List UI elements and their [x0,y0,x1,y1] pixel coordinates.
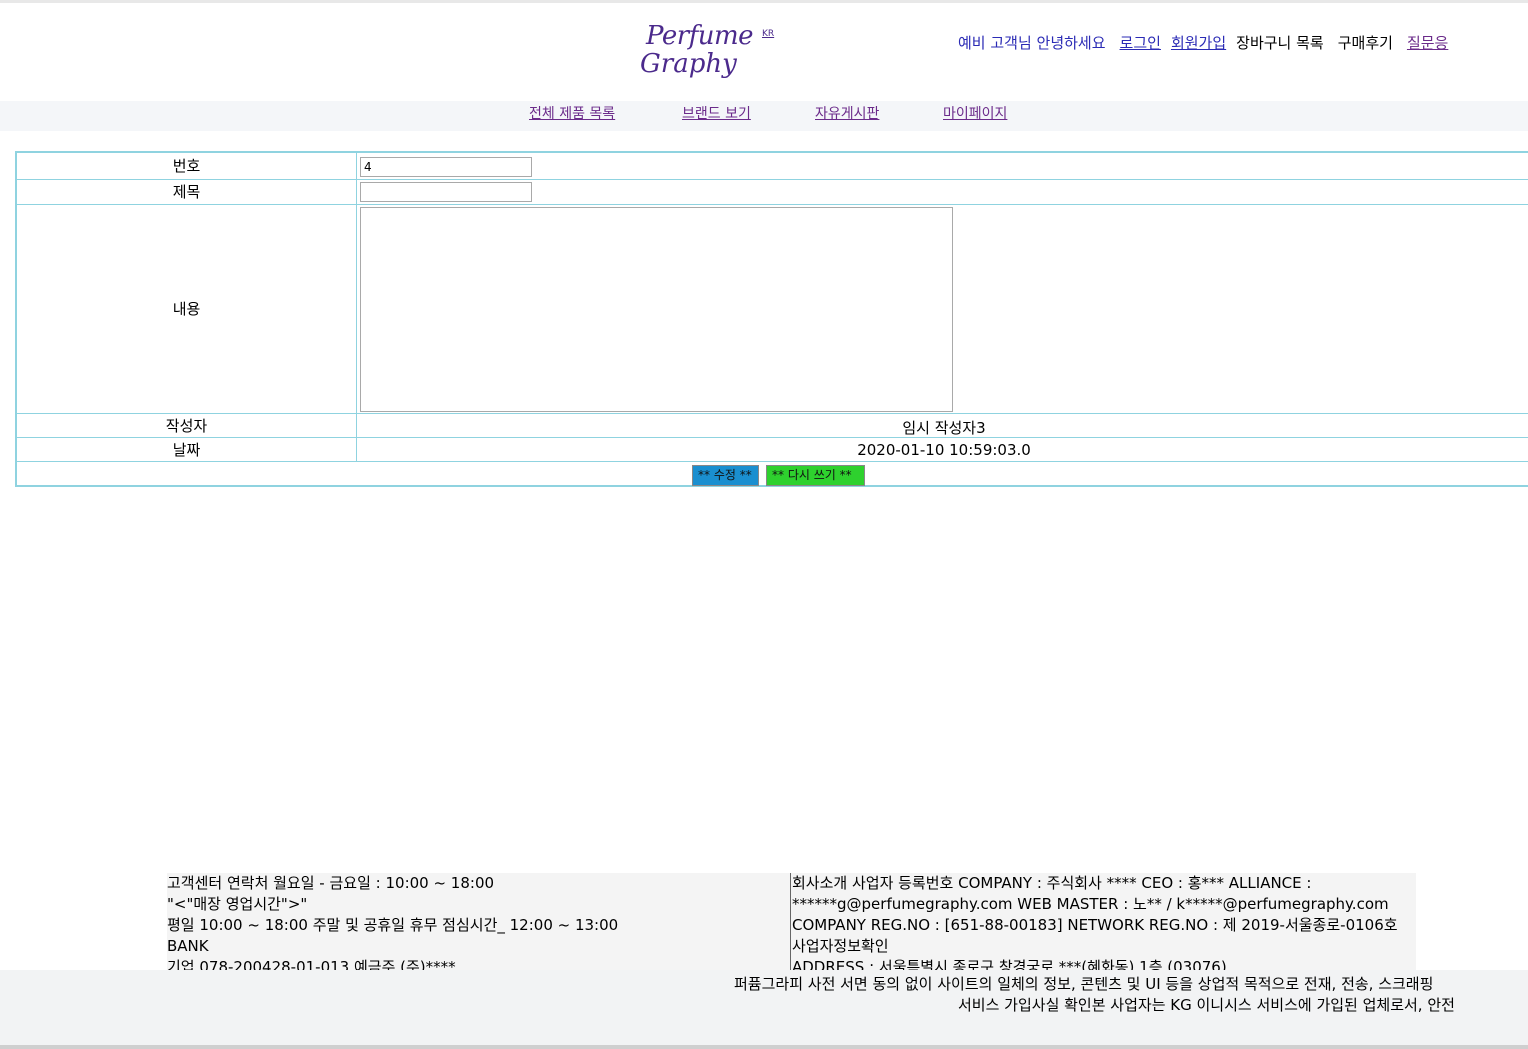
footer-line: 고객센터 연락처 월요일 - 금요일 : 10:00 ~ 18:00 [167,874,495,892]
greeting-text: 예비 고객님 안녕하세요 [958,34,1106,52]
edit-post-form: 번호 제목 내용 작성자 임시 작성자3 날짜 2020-01-10 10:59… [15,151,1528,487]
row-date: 날짜 2020-01-10 10:59:03.0 [17,438,1528,462]
author-label: 작성자 [17,414,357,437]
footer-line: 회사소개 사업자 등록번호 COMPANY : 주식회사 **** CEO : … [792,874,1312,892]
top-nav: 예비 고객님 안녕하세요 로그인 회원가입 장바구니 목록 구매후기 질문응 [958,32,1460,54]
row-number: 번호 [17,153,1528,180]
footer-divider [790,873,791,970]
footer-line: ADDRESS : 서울특별시 종로구 창경궁로 ***(혜화동) 1층 (03… [792,958,1227,970]
rewrite-button[interactable]: ** 다시 쓰기 ** [766,465,865,486]
menu-mypage[interactable]: 마이페이지 [943,103,1007,123]
site-logo[interactable]: Perfume Graphy KR [636,21,786,83]
date-label: 날짜 [17,438,357,461]
content-textarea[interactable] [360,207,953,412]
footer-company-info: 회사소개 사업자 등록번호 COMPANY : 주식회사 **** CEO : … [792,873,1416,970]
row-author: 작성자 임시 작성자3 [17,414,1528,438]
menu-all-products[interactable]: 전체 제품 목록 [529,103,615,123]
row-title: 제목 [17,180,1528,205]
login-link[interactable]: 로그인 [1120,32,1161,53]
footer-customer-center: 고객센터 연락처 월요일 - 금요일 : 10:00 ~ 18:00 "<"매장… [167,873,787,970]
author-value: 임시 작성자3 [902,419,986,437]
logo-text-line2: Graphy [640,49,737,79]
footer-line: ******g@perfumegraphy.com WEB MASTER : 노… [792,895,1389,913]
logo-kr-mark: KR [762,29,775,39]
qna-link[interactable]: 질문응 [1407,32,1448,53]
menu-board[interactable]: 자유게시판 [815,103,879,123]
title-label: 제목 [17,180,357,204]
payment-notice: 서비스 가입사실 확인본 사업자는 KG 이니시스 서비스에 가입된 업체로서,… [958,996,1455,1014]
row-actions: ** 수정 ** ** 다시 쓰기 ** [17,462,1528,487]
business-info-link[interactable]: 사업자정보확인 [792,936,1416,957]
footer-info: 고객센터 연락처 월요일 - 금요일 : 10:00 ~ 18:00 "<"매장… [167,873,1416,970]
main-menu: 전체 제품 목록 브랜드 보기 자유게시판 마이페이지 [0,101,1528,131]
edit-button[interactable]: ** 수정 ** [692,465,759,486]
footer-line: 평일 10:00 ~ 18:00 주말 및 공휴일 휴무 점심시간_ 12:00… [167,916,619,934]
content-label: 내용 [17,205,357,413]
copyright-notice: 퍼퓸그라피 사전 서면 동의 없이 사이트의 일체의 정보, 콘텐츠 및 UI … [734,975,1434,993]
date-value: 2020-01-10 10:59:03.0 [857,441,1031,459]
footer-line: COMPANY REG.NO : [651-88-00183] NETWORK … [792,916,1398,934]
footer-line: "<"매장 영업시간">" [167,895,308,913]
bottom-border [0,1045,1528,1049]
logo-text-line1: Perfume [646,21,754,51]
site-header: Perfume Graphy KR 예비 고객님 안녕하세요 로그인 회원가입 장바구… [0,3,1528,101]
cart-link[interactable]: 장바구니 목록 [1236,32,1324,53]
reviews-link[interactable]: 구매후기 [1338,32,1393,53]
footer-line: BANK [167,937,209,955]
footer-line: 기업 078-200428-01-013 예금주 (주)**** [167,958,456,970]
footer-notice: 퍼퓸그라피 사전 서면 동의 없이 사이트의 일체의 정보, 콘텐츠 및 UI … [0,970,1528,1045]
menu-brands[interactable]: 브랜드 보기 [682,103,751,123]
title-input[interactable] [360,182,532,202]
row-content: 내용 [17,205,1528,414]
signup-link[interactable]: 회원가입 [1171,32,1226,53]
number-label: 번호 [17,153,357,179]
number-input[interactable] [360,157,532,177]
